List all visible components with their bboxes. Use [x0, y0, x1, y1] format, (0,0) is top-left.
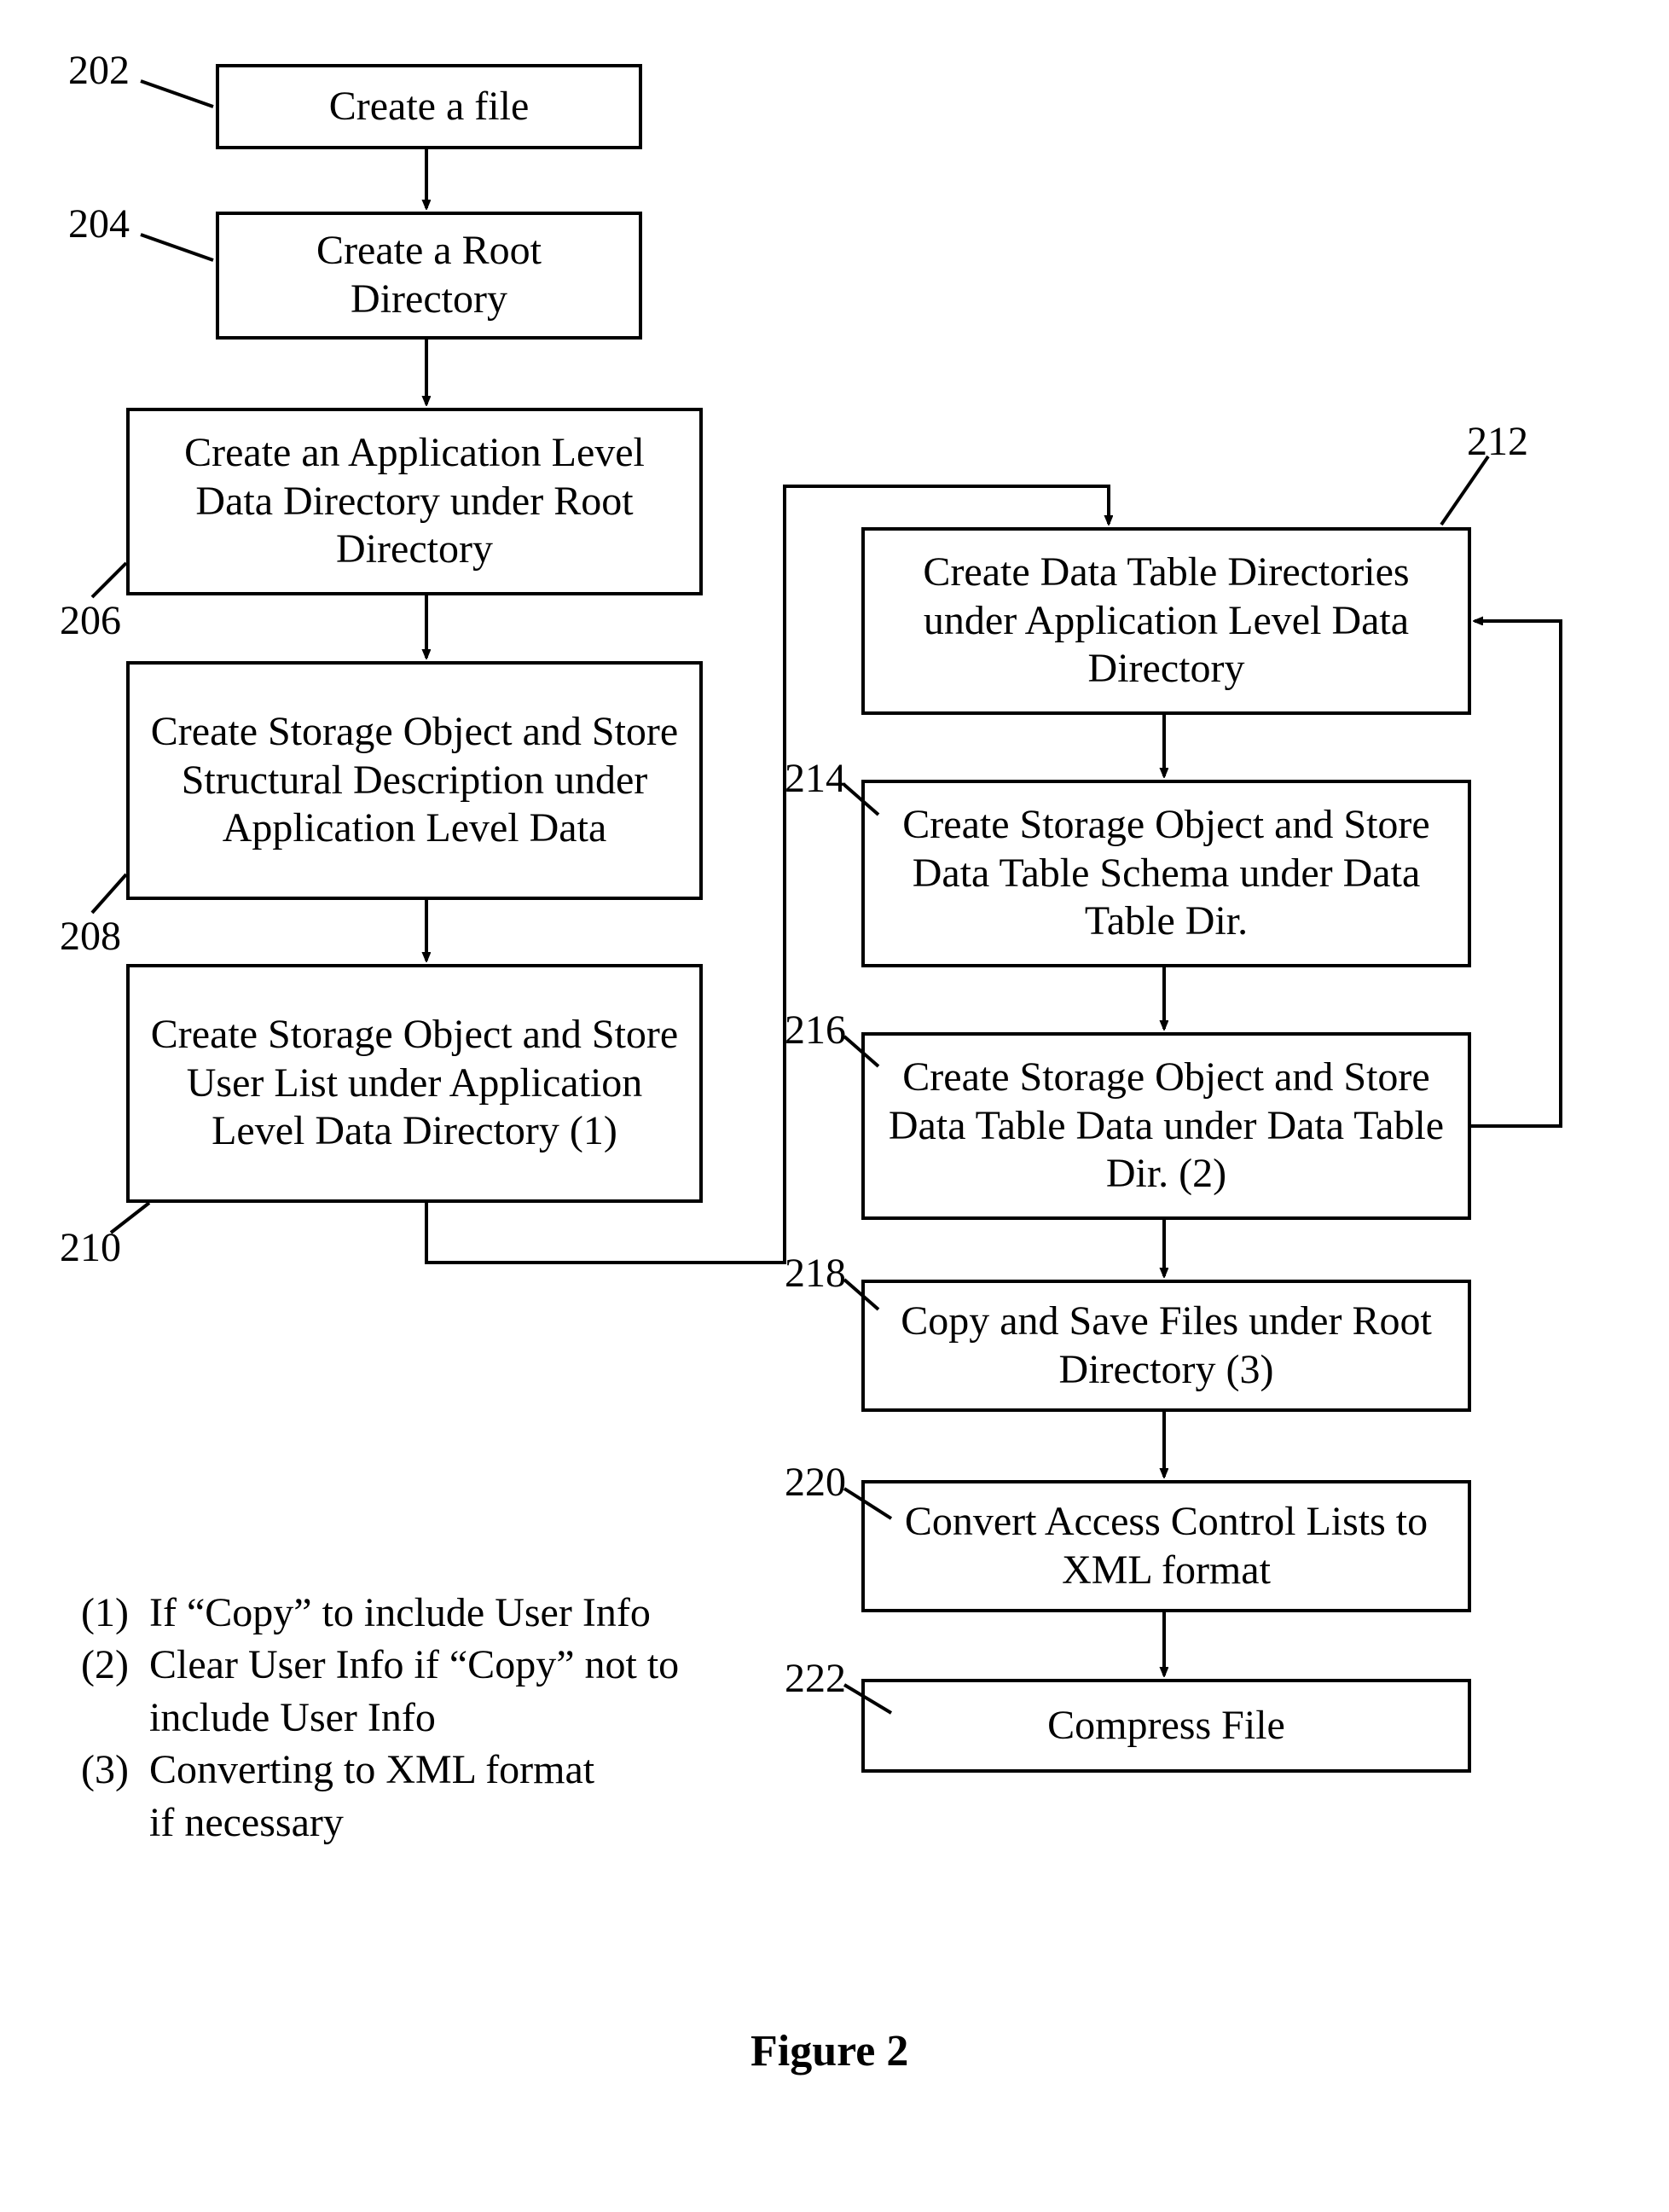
- label-220: 220: [785, 1459, 846, 1507]
- box-202: Create a file: [216, 64, 642, 149]
- label-204: 204: [68, 200, 130, 249]
- note-2-prefix: (2): [81, 1639, 149, 1691]
- label-218: 218: [785, 1250, 846, 1298]
- flowchart-canvas: Create a file Create a Root Directory Cr…: [0, 0, 1669, 2212]
- note-3-prefix: (3): [81, 1744, 149, 1796]
- label-202: 202: [68, 47, 130, 96]
- box-220: Convert Access Control Lists to XML form…: [861, 1480, 1471, 1612]
- label-210: 210: [60, 1224, 121, 1273]
- box-218: Copy and Save Files under Root Directory…: [861, 1280, 1471, 1412]
- label-222: 222: [785, 1655, 846, 1704]
- figure-caption: Figure 2: [750, 2026, 908, 2076]
- box-206: Create an Application Level Data Directo…: [126, 408, 703, 595]
- box-204: Create a Root Directory: [216, 212, 642, 340]
- label-208: 208: [60, 913, 121, 961]
- box-214: Create Storage Object and Store Data Tab…: [861, 780, 1471, 967]
- note-2-line2: include User Info: [149, 1692, 436, 1744]
- footnotes: (1)If “Copy” to include User Info (2)Cle…: [81, 1587, 780, 1849]
- note-3-line1: Converting to XML format: [149, 1744, 594, 1796]
- note-1-prefix: (1): [81, 1587, 149, 1639]
- box-222: Compress File: [861, 1679, 1471, 1773]
- note-3-line2: if necessary: [149, 1797, 344, 1849]
- label-206: 206: [60, 597, 121, 646]
- box-212: Create Data Table Directories under Appl…: [861, 527, 1471, 715]
- label-214: 214: [785, 755, 846, 804]
- note-2-line1: Clear User Info if “Copy” not to: [149, 1639, 679, 1691]
- note-1-text: If “Copy” to include User Info: [149, 1587, 651, 1639]
- box-216: Create Storage Object and Store Data Tab…: [861, 1032, 1471, 1220]
- box-208: Create Storage Object and Store Structur…: [126, 661, 703, 900]
- label-216: 216: [785, 1007, 846, 1055]
- box-210: Create Storage Object and Store User Lis…: [126, 964, 703, 1203]
- label-212: 212: [1467, 418, 1528, 467]
